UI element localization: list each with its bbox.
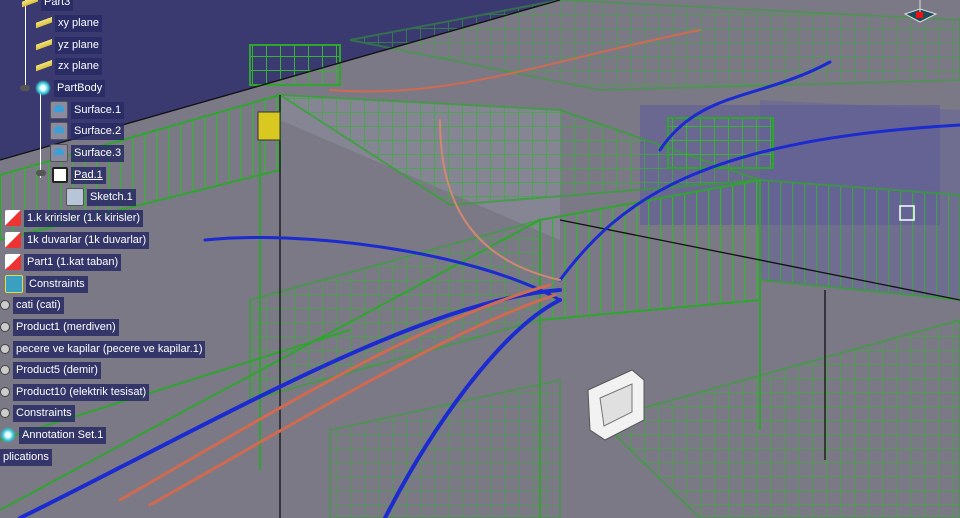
constraints-icon bbox=[5, 275, 23, 293]
specification-tree: Part3 xy plane yz plane zx plane PartBod… bbox=[0, 0, 260, 518]
tree-node-constraints-2[interactable]: Constraints bbox=[0, 404, 75, 422]
tree-node-surface-1[interactable]: Surface.1 bbox=[50, 101, 125, 119]
product-icon bbox=[5, 232, 21, 248]
sketch-icon bbox=[66, 188, 84, 206]
product-icon bbox=[5, 210, 21, 226]
tree-node-pecere[interactable]: pecere ve kapilar (pecere ve kapilar.1) bbox=[0, 340, 206, 358]
tree-node-duvarlar[interactable]: 1k duvarlar (1k duvarlar) bbox=[5, 231, 150, 249]
tree-node-cati[interactable]: cati (cati) bbox=[0, 296, 64, 314]
component-icon bbox=[0, 365, 10, 375]
tree-node-surface-3[interactable]: Surface.3 bbox=[50, 144, 125, 162]
tree-node-sketch-1[interactable]: Sketch.1 bbox=[66, 188, 136, 206]
component-icon bbox=[0, 387, 10, 397]
tree-node-product5[interactable]: Product5 (demir) bbox=[0, 361, 101, 379]
collapse-toggle[interactable] bbox=[36, 170, 46, 176]
tree-node-zx-plane[interactable]: zx plane bbox=[36, 57, 102, 75]
tree-node-applications[interactable]: plications bbox=[0, 448, 52, 466]
surface-icon bbox=[50, 101, 68, 119]
tree-node-constraints[interactable]: Constraints bbox=[5, 275, 88, 293]
component-icon bbox=[0, 322, 10, 332]
pad-icon bbox=[52, 167, 68, 183]
tree-node-product1[interactable]: Product1 (merdiven) bbox=[0, 318, 119, 336]
tree-node-product10[interactable]: Product10 (elektrik tesisat) bbox=[0, 383, 150, 401]
tree-node-surface-2[interactable]: Surface.2 bbox=[50, 122, 125, 140]
plane-icon bbox=[36, 58, 52, 74]
constraints-icon bbox=[0, 408, 10, 418]
plane-icon bbox=[36, 15, 52, 31]
part-icon bbox=[22, 0, 38, 10]
tree-node-partbody[interactable]: PartBody bbox=[35, 79, 106, 97]
junction-box bbox=[257, 111, 281, 141]
collapse-toggle[interactable] bbox=[20, 85, 30, 91]
tree-node-xy-plane[interactable]: xy plane bbox=[36, 14, 102, 32]
tree-node-kirisler[interactable]: 1.k kririsler (1.k kirisler) bbox=[5, 209, 144, 227]
tree-node-part3[interactable]: Part3 bbox=[22, 0, 74, 11]
tree-node-yz-plane[interactable]: yz plane bbox=[36, 36, 102, 54]
body-icon bbox=[35, 80, 51, 96]
tree-node-annotation-set[interactable]: Annotation Set.1 bbox=[0, 426, 107, 444]
tree-node-part1[interactable]: Part1 (1.kat taban) bbox=[5, 253, 122, 271]
surface-icon bbox=[50, 144, 68, 162]
plane-icon bbox=[36, 37, 52, 53]
annotation-icon bbox=[0, 427, 16, 443]
product-icon bbox=[5, 254, 21, 270]
tree-node-pad-1[interactable]: Pad.1 bbox=[52, 166, 106, 184]
component-icon bbox=[0, 300, 10, 310]
component-icon bbox=[0, 344, 10, 354]
surface-icon bbox=[50, 122, 68, 140]
